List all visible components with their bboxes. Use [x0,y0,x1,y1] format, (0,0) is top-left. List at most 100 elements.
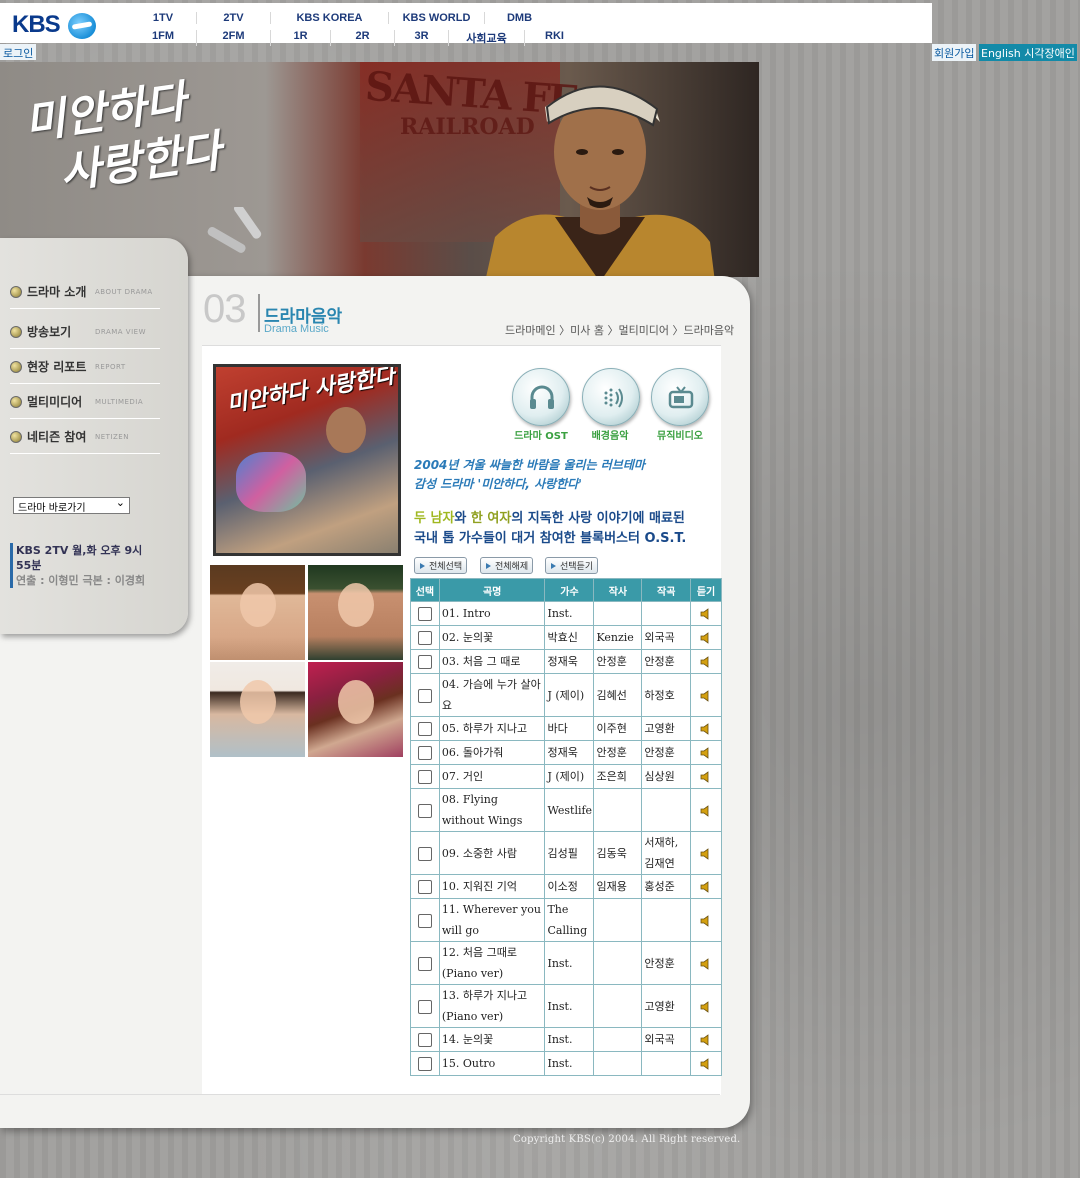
menu-item-about[interactable]: 드라마 소개 ABOUT DRAMA [10,275,160,309]
drama-ost-label[interactable]: 드라마 OST [506,427,576,442]
menu-label: 드라마 소개 [27,285,87,299]
track-checkbox[interactable] [417,722,432,736]
kbs-logo[interactable]: KBS [12,11,61,39]
listen-button[interactable] [690,941,722,985]
header-lyricist: 작사 [593,578,643,602]
listen-button[interactable] [690,984,722,1028]
track-checkbox[interactable] [417,655,432,669]
track-checkbox[interactable] [417,999,432,1014]
poster-figure [326,407,366,453]
track-lyricist: Kenzie [593,625,643,650]
track-checkbox[interactable] [417,1057,432,1071]
track-checkbox[interactable] [417,803,432,818]
track-checkbox[interactable] [417,913,432,928]
channel-link[interactable]: KBS KOREA [270,12,388,24]
track-title: 02. 눈의꽃 [438,625,546,650]
table-row: 08. Flying without Wings Westlife [410,788,722,832]
singer-photo [210,565,305,660]
track-checkbox[interactable] [417,956,432,971]
channel-link[interactable]: 1FM [130,30,196,46]
select-cell[interactable] [410,625,440,650]
track-checkbox[interactable] [417,846,432,861]
channel-link[interactable]: RKI [524,30,584,46]
track-title: 03. 처음 그 때로 [438,649,546,674]
select-all-button[interactable]: 전체선택 [414,557,468,574]
channel-link[interactable]: 사회교육 [448,30,524,46]
track-checkbox[interactable] [417,880,432,894]
select-cell[interactable] [410,1027,440,1052]
background-music-label[interactable]: 배경음악 [575,427,645,442]
track-singer: J (제이) [544,764,595,789]
select-cell[interactable] [410,740,440,765]
menu-label-en: DRAMA VIEW [95,327,147,336]
listen-button[interactable] [690,831,722,875]
listen-button[interactable] [690,1027,722,1052]
listen-button[interactable] [690,1051,722,1076]
listen-button[interactable] [690,601,722,626]
english-accessibility-link[interactable]: English 시각장애인 [979,44,1077,61]
channel-link[interactable]: KBS WORLD [388,12,484,24]
track-checkbox[interactable] [417,607,432,621]
select-cell[interactable] [410,898,440,942]
table-row: 12. 처음 그때로 (Piano ver) Inst. 안정훈 [410,941,722,985]
clear-all-button[interactable]: 전체해제 [480,557,534,574]
track-checkbox[interactable] [417,631,432,645]
listen-button[interactable] [690,764,722,789]
listen-button[interactable] [690,716,722,741]
listen-button[interactable] [690,673,722,717]
select-cell[interactable] [410,874,440,899]
select-cell[interactable] [410,649,440,674]
airtime-info: KBS 2TV 월,화 오후 9시 55분 연출 : 이형민 극본 : 이경희 [10,543,160,588]
channel-link[interactable]: 2TV [196,12,270,24]
listen-button[interactable] [690,625,722,650]
select-cell[interactable] [410,1051,440,1076]
table-row: 02. 눈의꽃 박효신 Kenzie 외국곡 [410,625,722,650]
select-cell[interactable] [410,764,440,789]
track-checkbox[interactable] [417,688,432,703]
menu-item-multimedia[interactable]: 멀티미디어 MULTIMEDIA [10,385,160,419]
track-checkbox[interactable] [417,746,432,760]
select-cell[interactable] [410,788,440,832]
track-lyricist [593,1027,643,1052]
menu-item-netizen[interactable]: 네티즌 참여 NETIZEN [10,420,160,454]
drama-shortcut-select[interactable]: 드라마 바로가기 [13,496,130,514]
poster-figure-2 [236,452,306,512]
top-navigation: KBS 1TV 2TV KBS KOREA KBS WORLD DMB 1FM 2FM 1R… [0,3,932,46]
track-lyricist [593,788,643,832]
menu-item-view[interactable]: 방송보기 DRAMA VIEW [10,315,160,349]
select-cell[interactable] [410,673,440,717]
music-video-button[interactable] [651,368,709,426]
listen-button[interactable] [690,898,722,942]
channel-link[interactable]: 3R [394,30,448,46]
track-composer: 안정훈 [641,649,692,674]
listen-button[interactable] [690,649,722,674]
listen-button[interactable] [690,788,722,832]
music-video-label[interactable]: 뮤직비디오 [645,427,715,442]
menu-item-report[interactable]: 현장 리포트 REPORT [10,350,160,384]
track-lyricist: 이주현 [593,716,643,741]
join-link[interactable]: 회원가입 [932,44,977,61]
channel-link[interactable]: 1TV [130,12,196,24]
channel-link[interactable]: 2R [330,30,394,46]
track-title: 09. 소중한 사람 [438,831,546,875]
select-cell[interactable] [410,984,440,1028]
table-row: 05. 하루가 지나고 바다 이주현 고영환 [410,716,722,741]
select-cell[interactable] [410,601,440,626]
select-cell[interactable] [410,941,440,985]
speaker-icon [700,847,709,860]
channel-link[interactable]: DMB [484,12,554,24]
listen-button[interactable] [690,874,722,899]
channel-nav-row-2: 1FM 2FM 1R 2R 3R 사회교육 RKI [130,30,930,46]
listen-button[interactable] [690,740,722,765]
drama-ost-button[interactable] [512,368,570,426]
login-link[interactable]: 로그인 [0,44,37,60]
channel-link[interactable]: 1R [270,30,330,46]
select-cell[interactable] [410,831,440,875]
channel-link[interactable]: 2FM [196,30,270,46]
background-music-button[interactable] [582,368,640,426]
select-cell[interactable] [410,716,440,741]
kbs-swirl-icon[interactable] [68,13,96,39]
listen-selected-button[interactable]: 선택듣기 [545,557,599,574]
track-checkbox[interactable] [417,770,432,784]
track-checkbox[interactable] [417,1033,432,1047]
